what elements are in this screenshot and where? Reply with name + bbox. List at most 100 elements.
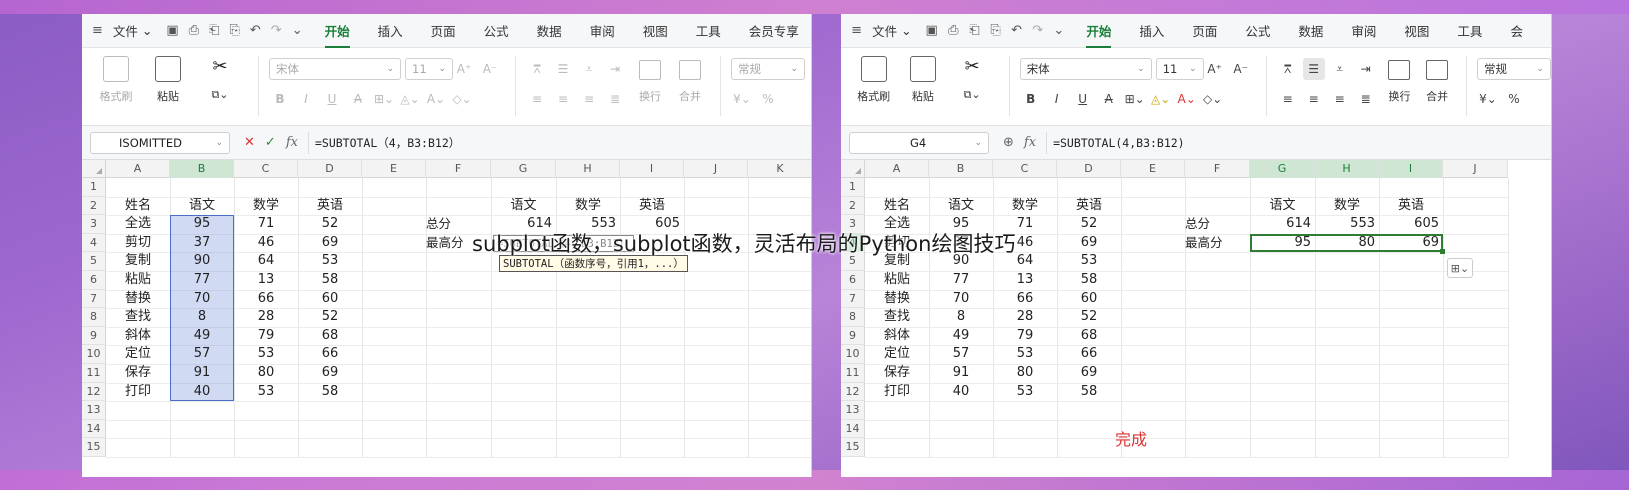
copy-icon[interactable]: ⧉⌄ xyxy=(211,88,228,102)
row-header-14[interactable]: 14 xyxy=(82,419,106,439)
score-cell[interactable]: 68 xyxy=(298,327,362,346)
redo-icon[interactable]: ↷ xyxy=(271,23,282,38)
table-header-cell[interactable]: 语文 xyxy=(929,197,993,216)
clear-format-icon[interactable]: ◇⌄ xyxy=(1202,88,1224,110)
align-left-icon[interactable]: ≡ xyxy=(1277,88,1299,110)
score-cell[interactable]: 49 xyxy=(929,327,993,346)
summary-header-cell[interactable]: 语文 xyxy=(491,197,556,216)
align-middle-icon[interactable]: ☰ xyxy=(552,58,574,80)
score-cell[interactable]: 58 xyxy=(298,383,362,402)
column-header-k[interactable]: K xyxy=(748,160,811,178)
tab-view[interactable]: 视图 xyxy=(1404,21,1429,40)
tab-review[interactable]: 审阅 xyxy=(1351,21,1376,40)
indent-icon[interactable]: ⇥ xyxy=(1355,58,1377,80)
score-cell[interactable]: 52 xyxy=(298,215,362,234)
print-icon[interactable]: ⎗ xyxy=(209,23,219,38)
chevron-down-icon[interactable]: ⌄ xyxy=(1053,23,1064,38)
score-cell[interactable]: 58 xyxy=(1057,383,1121,402)
score-cell[interactable]: 13 xyxy=(234,271,298,290)
tab-home[interactable]: 开始 xyxy=(1086,21,1112,48)
font-grow-icon[interactable]: A⁺ xyxy=(453,58,475,80)
score-cell[interactable]: 52 xyxy=(1057,308,1121,327)
column-header-i[interactable]: I xyxy=(1379,160,1443,178)
bold-icon[interactable]: B xyxy=(1020,88,1042,110)
score-cell[interactable]: 69 xyxy=(1057,234,1121,253)
column-header-g[interactable]: G xyxy=(1250,160,1315,178)
merge-button[interactable]: 合并 xyxy=(1418,56,1456,125)
score-cell[interactable]: 53 xyxy=(993,345,1057,364)
name-cell[interactable]: 打印 xyxy=(865,383,929,402)
align-center-icon[interactable]: ≡ xyxy=(1303,88,1325,110)
total-label-cell[interactable]: 总分 xyxy=(1185,215,1250,234)
score-cell[interactable]: 60 xyxy=(1057,290,1121,309)
column-header-j[interactable]: J xyxy=(1443,160,1508,178)
score-cell[interactable]: 66 xyxy=(234,290,298,309)
cut-button[interactable]: ✂ ⧉⌄ xyxy=(950,56,995,125)
name-cell[interactable]: 剪切 xyxy=(106,234,170,253)
row-header-14[interactable]: 14 xyxy=(841,419,865,439)
name-cell[interactable]: 定位 xyxy=(865,345,929,364)
name-cell[interactable]: 复制 xyxy=(106,252,170,271)
score-cell[interactable]: 66 xyxy=(1057,345,1121,364)
format-painter-button[interactable]: 格式刷 xyxy=(851,56,896,125)
row-header-6[interactable]: 6 xyxy=(82,271,106,290)
print-preview-icon[interactable]: ⎙ xyxy=(948,23,959,38)
score-cell[interactable]: 64 xyxy=(234,252,298,271)
column-header-a[interactable]: A xyxy=(865,160,929,178)
name-cell[interactable]: 粘贴 xyxy=(106,271,170,290)
tab-review[interactable]: 审阅 xyxy=(590,21,615,40)
column-header-d[interactable]: D xyxy=(298,160,362,178)
row-header-9[interactable]: 9 xyxy=(841,326,865,346)
currency-icon[interactable]: ¥ ⌄ xyxy=(731,88,753,110)
score-cell[interactable]: 52 xyxy=(298,308,362,327)
select-all-corner[interactable] xyxy=(841,160,865,178)
font-shrink-icon[interactable]: A⁻ xyxy=(479,58,501,80)
tab-view[interactable]: 视图 xyxy=(643,21,668,40)
score-cell[interactable]: 53 xyxy=(234,383,298,402)
border-icon[interactable]: ⊞⌄ xyxy=(1124,88,1146,110)
name-cell[interactable]: 替换 xyxy=(865,290,929,309)
score-cell[interactable]: 91 xyxy=(929,364,993,383)
column-header-h[interactable]: H xyxy=(556,160,620,178)
table-header-cell[interactable]: 数学 xyxy=(234,197,298,216)
font-size-select[interactable]: 11 ⌄ xyxy=(405,58,453,80)
score-cell[interactable]: 8 xyxy=(170,308,234,327)
tab-page[interactable]: 页面 xyxy=(431,21,456,40)
column-header-j[interactable]: J xyxy=(684,160,748,178)
score-cell[interactable]: 57 xyxy=(170,345,234,364)
summary-header-cell[interactable]: 数学 xyxy=(1315,197,1379,216)
row-header-7[interactable]: 7 xyxy=(82,289,106,309)
tab-formula[interactable]: 公式 xyxy=(484,21,509,40)
fill-color-icon[interactable]: ◬⌄ xyxy=(399,88,421,110)
align-middle-icon[interactable]: ☰ xyxy=(1302,58,1325,80)
copy-icon[interactable]: ⧉⌄ xyxy=(964,88,981,102)
font-color-icon[interactable]: A⌄ xyxy=(425,88,447,110)
column-header-e[interactable]: E xyxy=(1121,160,1185,178)
table-header-cell[interactable]: 姓名 xyxy=(865,197,929,216)
number-format-select[interactable]: 常规 ⌄ xyxy=(731,58,805,80)
file-menu[interactable]: 文件 ⌄ xyxy=(872,21,911,40)
column-header-g[interactable]: G xyxy=(491,160,556,178)
score-cell[interactable]: 71 xyxy=(234,215,298,234)
name-cell[interactable]: 保存 xyxy=(865,364,929,383)
paste-button[interactable]: 粘贴 xyxy=(900,56,945,125)
table-header-cell[interactable]: 数学 xyxy=(993,197,1057,216)
row-header-1[interactable]: 1 xyxy=(82,178,106,197)
fill-color-icon[interactable]: ◬⌄ xyxy=(1150,88,1172,110)
save-icon[interactable]: ▣ xyxy=(926,23,938,38)
name-cell[interactable]: 定位 xyxy=(106,345,170,364)
indent-icon[interactable]: ⇥ xyxy=(604,58,626,80)
row-header-1[interactable]: 1 xyxy=(841,178,865,197)
clear-format-icon[interactable]: ◇⌄ xyxy=(451,88,473,110)
row-header-13[interactable]: 13 xyxy=(82,401,106,420)
score-cell[interactable]: 90 xyxy=(170,252,234,271)
summary-header-cell[interactable]: 英语 xyxy=(1379,197,1443,216)
score-cell[interactable]: 52 xyxy=(1057,215,1121,234)
row-header-9[interactable]: 9 xyxy=(82,326,106,346)
border-icon[interactable]: ⊞⌄ xyxy=(373,88,395,110)
wrap-button[interactable]: 换行 xyxy=(1381,56,1419,125)
fx-icon[interactable]: fx xyxy=(1024,135,1036,150)
zoom-icon[interactable]: ⊕ xyxy=(1003,135,1014,150)
export-icon[interactable]: ⎘ xyxy=(990,23,1001,38)
row-header-13[interactable]: 13 xyxy=(841,401,865,420)
